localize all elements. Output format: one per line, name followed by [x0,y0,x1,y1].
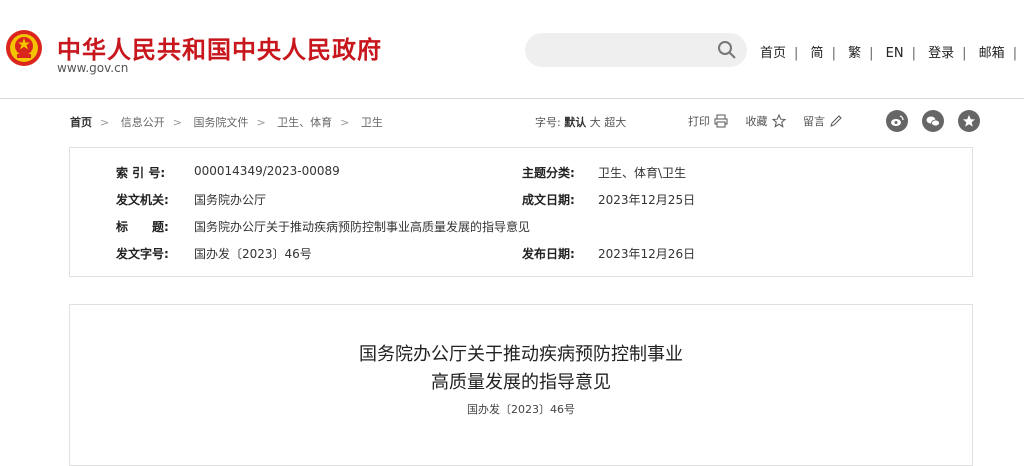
search-input[interactable] [525,33,747,67]
site-domain: www.gov.cn [57,61,129,75]
breadcrumb-item-health[interactable]: 卫生 [361,116,383,129]
nav-login[interactable]: 登录 [928,46,954,61]
breadcrumb-item-info[interactable]: 信息公开 [121,116,165,129]
issuer-value: 国务院办公厅 [194,193,267,207]
breadcrumb-item-health-sports[interactable]: 卫生、体育 [277,116,332,129]
date-written-label: 成文日期: [522,193,575,207]
font-size-large[interactable]: 大 [590,116,601,129]
nav-english[interactable]: EN [886,46,904,61]
index-value: 000014349/2023-00089 [194,164,340,178]
top-nav: 首页| 简| 繁| EN| 登录| 邮箱| 无障 [760,46,1018,61]
topic-label: 主题分类: [522,166,575,180]
nav-mail[interactable]: 邮箱 [979,46,1005,61]
favorite-button[interactable]: 收藏 [746,113,786,129]
date-written-value: 2023年12月25日 [598,193,696,207]
comment-label: 留言 [803,115,825,128]
breadcrumb-bar: 首页 > 信息公开 > 国务院文件 > 卫生、体育 > 卫生 字号: 默认 大 超大 打… [0,99,1024,145]
font-size-selector: 字号: 默认 大 超大 [535,114,626,130]
print-icon [714,114,728,128]
favorite-label: 收藏 [745,115,768,128]
nav-home[interactable]: 首页 [760,46,786,61]
pencil-icon [830,115,842,127]
topic-value: 卫生、体育\卫生 [598,166,687,180]
search-icon[interactable] [717,40,737,60]
comment-button[interactable]: 留言 [803,113,843,129]
article-doc-number: 国办发〔2023〕46号 [467,403,575,416]
doc-number-label: 发文字号: [116,247,169,261]
font-size-default[interactable]: 默认 [564,116,586,129]
site-title[interactable]: 中华人民共和国中央人民政府 [57,30,382,65]
publish-date-label: 发布日期: [522,247,575,261]
share-icons [886,110,989,132]
nav-traditional[interactable]: 繁 [848,46,861,61]
article-title-line-1: 国务院办公厅关于推动疾病预防控制事业 [359,344,683,365]
breadcrumb-item-home[interactable]: 首页 [70,116,92,129]
site-header: 中华人民共和国中央人民政府 www.gov.cn 首页 | 简 | 繁 | EN | 登… [0,0,1024,99]
breadcrumb: 首页 > 信息公开 > 国务院文件 > 卫生、体育 > 卫生 [70,116,383,129]
article-body: 国务院办公厅关于推动疾病预防控制事业 高质量发展的指导意见 国办发〔2023〕4… [69,304,973,466]
national-emblem-icon[interactable] [4,28,44,68]
article-tools: 打印 收藏 留言 [688,113,857,129]
publish-date-value: 2023年12月26日 [598,247,696,261]
index-label: 索 引 号: [116,166,166,180]
breadcrumb-item-docs[interactable]: 国务院文件 [193,116,248,129]
weibo-icon[interactable] [886,110,908,132]
print-label: 打印 [688,115,710,128]
print-button[interactable]: 打印 [688,113,728,129]
title-label: 标 题: [116,220,169,234]
article-title-line-2: 高质量发展的指导意见 [431,372,611,393]
wechat-icon[interactable] [922,110,945,132]
issuer-label: 发文机关: [116,193,169,207]
title-value: 国务院办公厅关于推动疾病预防控制事业高质量发展的指导意见 [194,220,531,234]
font-size-xlarge[interactable]: 超大 [604,116,626,129]
star-outline-icon [771,114,786,128]
document-metadata: 索 引 号: 000014349/2023-00089 主题分类: 卫生、体育\… [69,147,973,277]
nav-simplified[interactable]: 简 [811,46,824,61]
doc-number-value: 国办发〔2023〕46号 [194,247,312,261]
font-size-label: 字号: [535,116,561,129]
star-icon[interactable] [958,110,981,132]
article-title: 国务院办公厅关于推动疾病预防控制事业 高质量发展的指导意见 [70,341,972,397]
